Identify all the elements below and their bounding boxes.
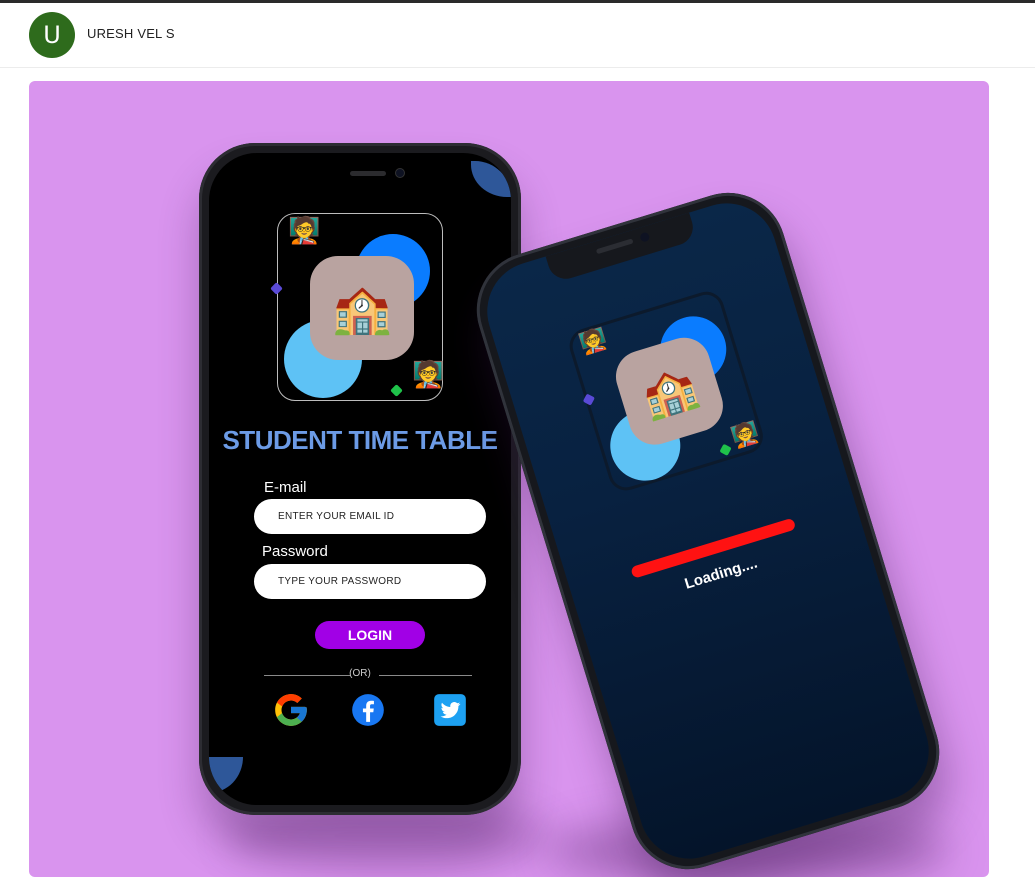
diamond-shape xyxy=(719,443,732,456)
loading-text: Loading.... xyxy=(682,554,760,593)
diamond-shape xyxy=(270,282,283,295)
diamond-shape xyxy=(582,393,595,406)
teacher-emoji-icon: 🧑‍🏫 xyxy=(728,419,763,452)
login-screen: 🏫 🧑‍🏫 🧑‍🏫 STUDENT TIME TABLE E-mail ENTE… xyxy=(209,153,511,805)
email-field[interactable]: ENTER YOUR EMAIL ID xyxy=(254,499,486,534)
teacher-emoji-icon: 🧑‍🏫 xyxy=(288,216,321,246)
avatar[interactable]: U xyxy=(29,12,75,58)
phone-loading-mockup: 🏫 🧑‍🏫 🧑‍🏫 Loading.... xyxy=(462,178,954,877)
app-logo: 🏫 🧑‍🏫 🧑‍🏫 xyxy=(565,287,768,495)
notch xyxy=(545,212,698,284)
loading-screen: 🏫 🧑‍🏫 🧑‍🏫 Loading.... xyxy=(474,190,942,872)
app-title: STUDENT TIME TABLE xyxy=(222,425,498,455)
corner-accent xyxy=(209,757,243,793)
twitter-icon[interactable] xyxy=(431,691,469,729)
camera xyxy=(639,231,651,243)
logo-tile: 🏫 xyxy=(310,256,414,360)
divider-line xyxy=(264,675,350,676)
divider-line xyxy=(379,675,472,676)
speaker xyxy=(350,171,386,176)
password-label: Password xyxy=(262,543,328,560)
camera xyxy=(395,168,405,178)
speaker xyxy=(595,238,634,255)
email-label: E-mail xyxy=(264,479,307,496)
facebook-icon[interactable] xyxy=(349,691,387,729)
or-divider-text: (OR) xyxy=(349,668,371,679)
phone-login-mockup: 🏫 🧑‍🏫 🧑‍🏫 STUDENT TIME TABLE E-mail ENTE… xyxy=(199,143,521,815)
shot-image: 🏫 🧑‍🏫 🧑‍🏫 STUDENT TIME TABLE E-mail ENTE… xyxy=(29,81,989,877)
teacher-emoji-icon: 🧑‍🏫 xyxy=(412,360,445,390)
author-name[interactable]: URESH VEL S xyxy=(87,26,175,41)
google-icon[interactable] xyxy=(272,691,310,729)
app-logo: 🏫 🧑‍🏫 🧑‍🏫 xyxy=(270,213,445,401)
login-button[interactable]: LOGIN xyxy=(315,621,425,649)
school-emoji-icon: 🏫 xyxy=(635,359,704,425)
school-emoji-icon: 🏫 xyxy=(332,280,392,337)
page-header: U URESH VEL S xyxy=(0,3,1035,68)
diamond-shape xyxy=(390,384,403,397)
corner-accent xyxy=(471,161,511,197)
teacher-emoji-icon: 🧑‍🏫 xyxy=(576,325,611,358)
password-field[interactable]: TYPE YOUR PASSWORD xyxy=(254,564,486,599)
